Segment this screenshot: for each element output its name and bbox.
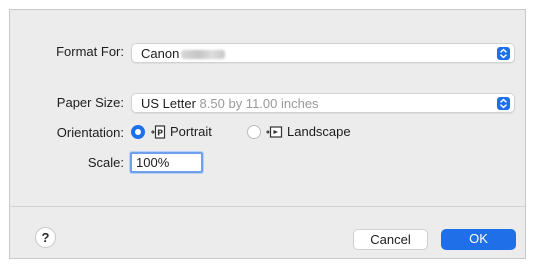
help-button[interactable]: ? xyxy=(35,227,56,248)
redacted-printer-model xyxy=(181,50,226,60)
portrait-radio[interactable] xyxy=(131,125,145,139)
landscape-orientation-icon xyxy=(265,124,283,143)
scale-value: 100% xyxy=(136,155,170,170)
landscape-label[interactable]: Landscape xyxy=(287,124,351,139)
format-for-popup[interactable]: Canon xyxy=(131,43,515,63)
landscape-radio[interactable] xyxy=(247,125,261,139)
paper-size-detail: 8.50 by 11.00 inches xyxy=(199,96,319,111)
cancel-button[interactable]: Cancel xyxy=(353,229,428,250)
svg-text:P: P xyxy=(157,129,163,138)
divider xyxy=(10,206,525,207)
page-setup-dialog: Format For: Canon Paper Size: US Letter … xyxy=(9,9,526,259)
popup-stepper-icon xyxy=(497,47,510,60)
scale-label: Scale: xyxy=(87,155,124,170)
paper-size-label: Paper Size: xyxy=(56,95,124,110)
help-icon: ? xyxy=(41,230,50,245)
popup-stepper-icon xyxy=(497,97,510,110)
portrait-label[interactable]: Portrait xyxy=(170,124,212,139)
paper-size-popup[interactable]: US Letter 8.50 by 11.00 inches xyxy=(131,93,515,113)
paper-size-value: US Letter xyxy=(141,96,196,111)
format-for-value: Canon xyxy=(141,46,180,61)
format-for-label: Format For: xyxy=(56,44,124,59)
portrait-orientation-icon: P xyxy=(150,124,166,143)
ok-button[interactable]: OK xyxy=(441,229,516,250)
orientation-label: Orientation: xyxy=(56,125,124,140)
scale-input[interactable]: 100% xyxy=(130,152,203,173)
